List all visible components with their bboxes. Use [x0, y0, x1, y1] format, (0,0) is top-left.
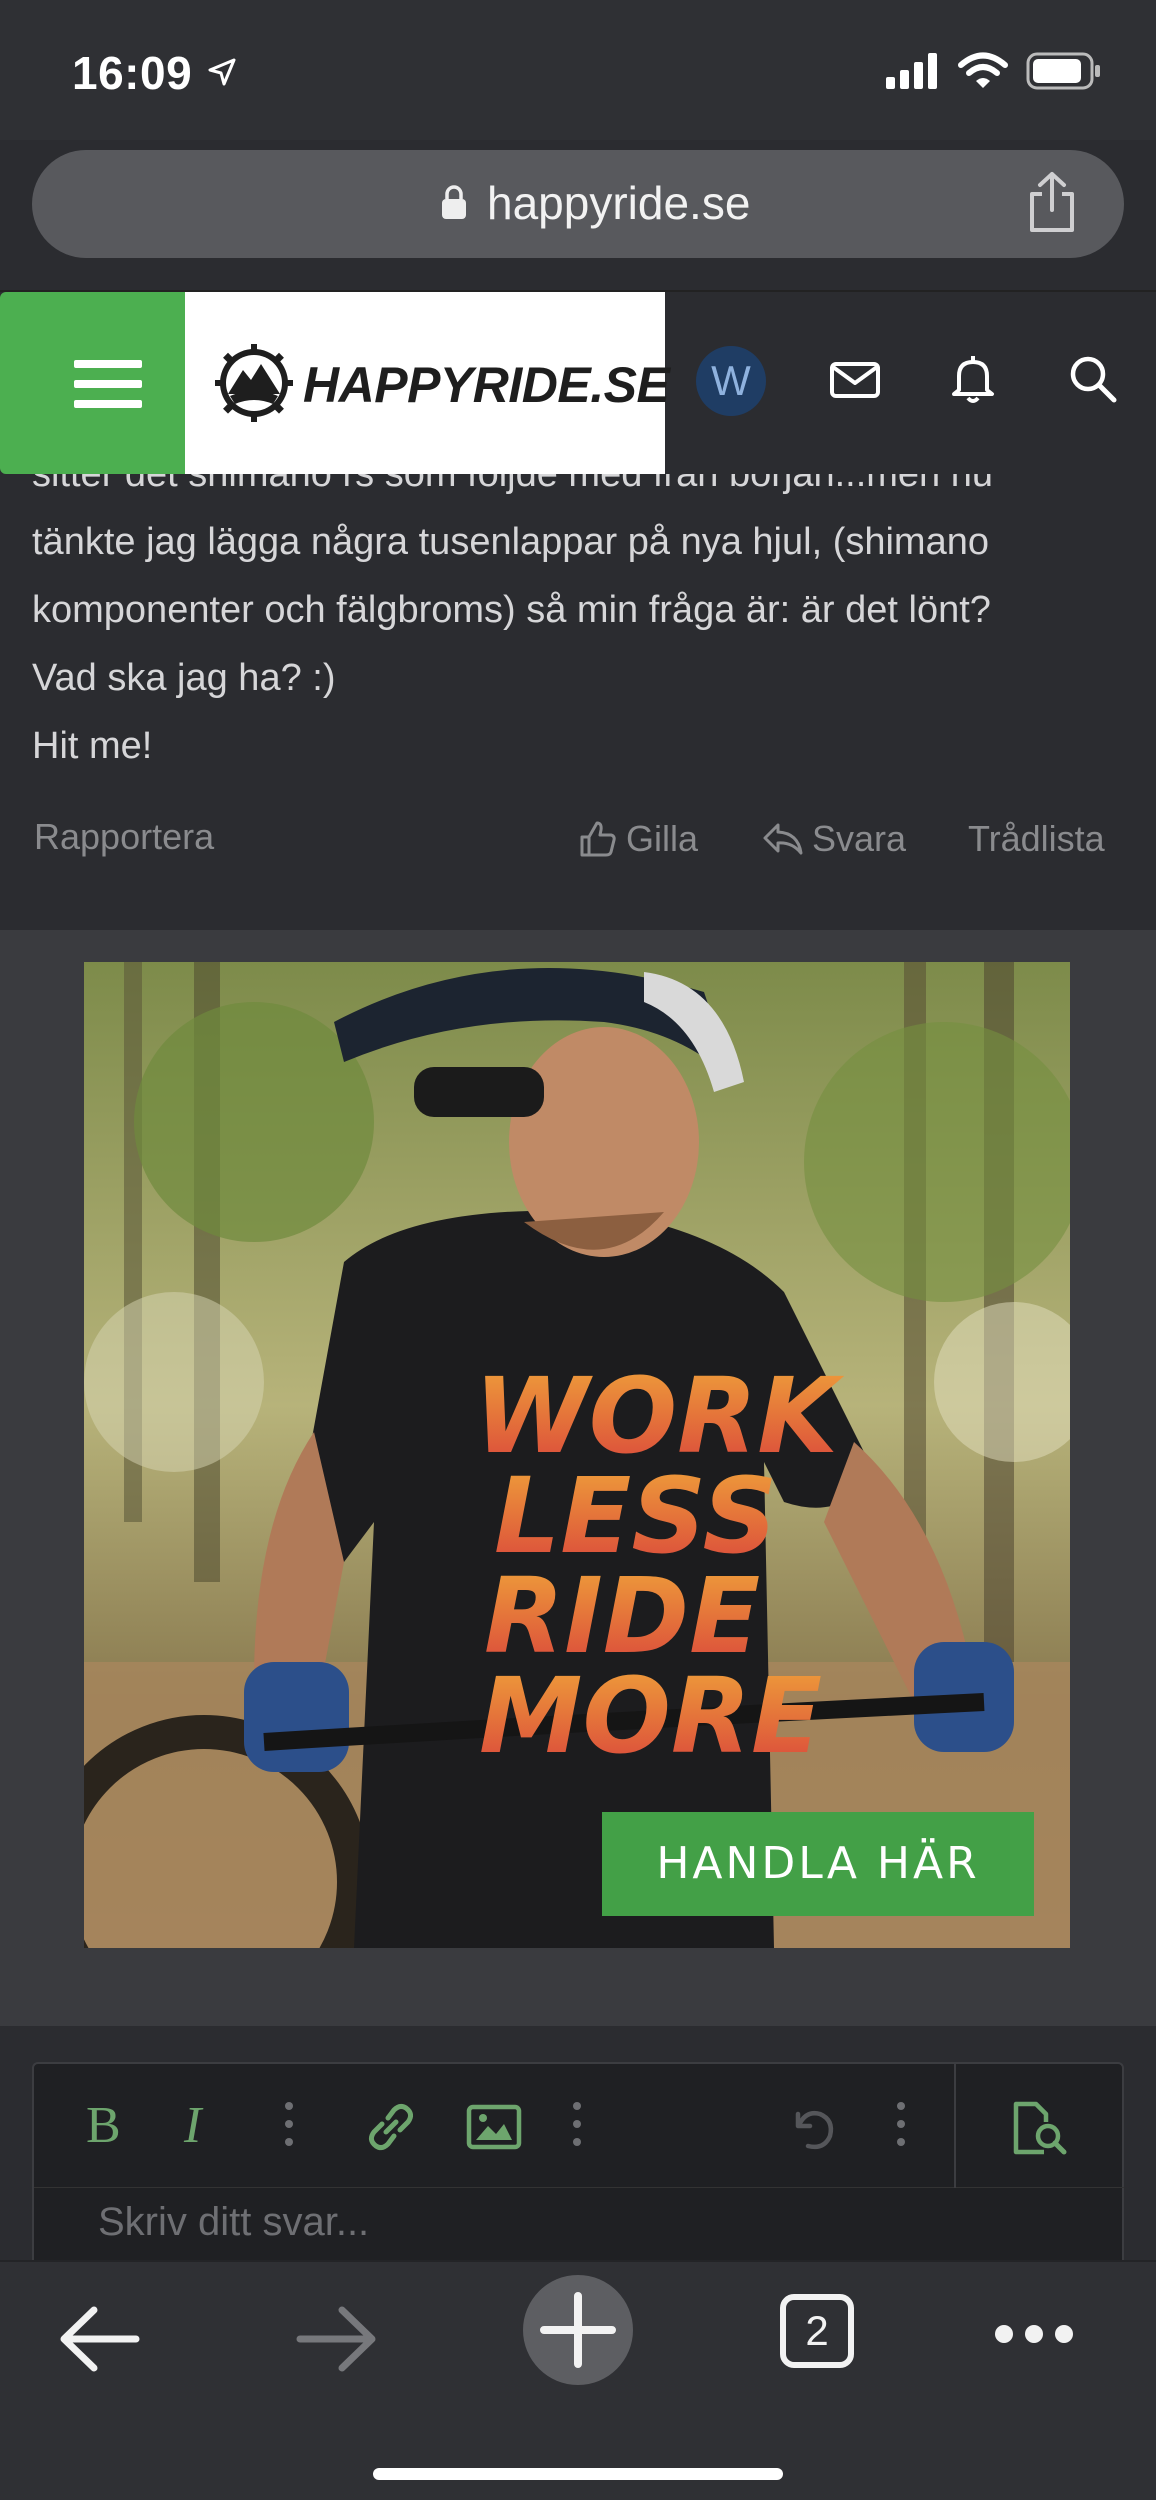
italic-button[interactable]: I: [184, 2096, 201, 2155]
logo-mountain-wheel-icon: [215, 344, 293, 422]
post-body: sitter det shimano rs som följde med frå…: [32, 440, 1132, 780]
status-bar: 16:09: [0, 0, 1156, 140]
shirt-text-line: MORE: [479, 1655, 822, 1777]
reply-button[interactable]: Svara: [762, 818, 906, 860]
link-icon[interactable]: [364, 2100, 418, 2154]
cellular-signal-icon: [886, 53, 937, 89]
menu-button[interactable]: [0, 292, 185, 474]
forward-arrow-icon[interactable]: [294, 2302, 378, 2376]
bell-icon[interactable]: [944, 350, 1002, 408]
reply-editor[interactable]: B I Skriv ditt svar...: [32, 2062, 1124, 2282]
location-arrow-icon: [208, 58, 236, 86]
like-label: Gilla: [626, 818, 699, 859]
new-tab-plus-icon[interactable]: [522, 2274, 634, 2386]
post-actions: Rapportera Gilla Svara Trådlista: [0, 816, 1156, 876]
post-line: komponenter och fälgbroms) så min fråga …: [32, 589, 991, 631]
site-header: HAPPYRIDE.SE W: [0, 290, 1156, 474]
more-dots-icon[interactable]: [284, 2098, 294, 2150]
preview-icon[interactable]: [1010, 2100, 1070, 2156]
back-arrow-icon[interactable]: [58, 2302, 142, 2376]
logo-text: HAPPYRIDE.SE: [303, 357, 670, 413]
bold-button[interactable]: B: [86, 2096, 121, 2155]
hamburger-icon: [74, 360, 142, 408]
more-dots-icon[interactable]: [572, 2098, 582, 2150]
status-time: 16:09: [72, 47, 193, 99]
ad-image[interactable]: WORK LESS RIDE MORE HANDLA HÄR: [84, 962, 1070, 1948]
search-icon[interactable]: [1064, 350, 1122, 408]
editor-placeholder: Skriv ditt svar...: [98, 2200, 370, 2244]
reply-editor-section: B I Skriv ditt svar...: [0, 2026, 1156, 2282]
lock-icon: [442, 185, 466, 219]
undo-icon[interactable]: [786, 2102, 838, 2154]
ad-banner: WORK LESS RIDE MORE HANDLA HÄR: [0, 930, 1156, 2026]
home-indicator: [373, 2468, 783, 2480]
browser-bottom-bar: 2: [0, 2260, 1156, 2500]
post-line: Vad ska jag ha? :): [32, 657, 336, 699]
shop-now-button[interactable]: HANDLA HÄR: [602, 1812, 1034, 1916]
cyclist-photo: WORK LESS RIDE MORE: [84, 962, 1070, 1948]
wifi-icon: [958, 52, 1008, 88]
site-logo[interactable]: HAPPYRIDE.SE: [185, 292, 670, 474]
share-icon[interactable]: [1024, 170, 1080, 234]
user-avatar[interactable]: W: [696, 346, 766, 416]
url-text: happyride.se: [487, 177, 751, 229]
more-options-icon[interactable]: [992, 2322, 1076, 2346]
post-line: tänkte jag lägga några tusenlappar på ny…: [32, 521, 989, 563]
reply-label: Svara: [812, 818, 907, 859]
tabs-button[interactable]: 2: [780, 2294, 854, 2368]
address-bar[interactable]: happyride.se: [32, 150, 1124, 258]
thumbs-up-icon: [580, 821, 616, 857]
tab-count: 2: [805, 2307, 829, 2354]
forum-post: sitter det shimano rs som följde med frå…: [0, 440, 1156, 930]
like-button[interactable]: Gilla: [578, 818, 698, 860]
battery-icon: [1026, 52, 1100, 90]
post-line: Hit me!: [32, 725, 153, 767]
envelope-icon[interactable]: [826, 350, 884, 408]
editor-toolbar: B I: [34, 2064, 1124, 2188]
report-link[interactable]: Rapportera: [34, 816, 214, 858]
toolbar-divider: [954, 2064, 956, 2188]
reply-icon: [763, 823, 803, 855]
thread-list-link[interactable]: Trådlista: [968, 818, 1105, 860]
image-icon[interactable]: [466, 2102, 522, 2152]
more-dots-icon[interactable]: [896, 2098, 906, 2150]
